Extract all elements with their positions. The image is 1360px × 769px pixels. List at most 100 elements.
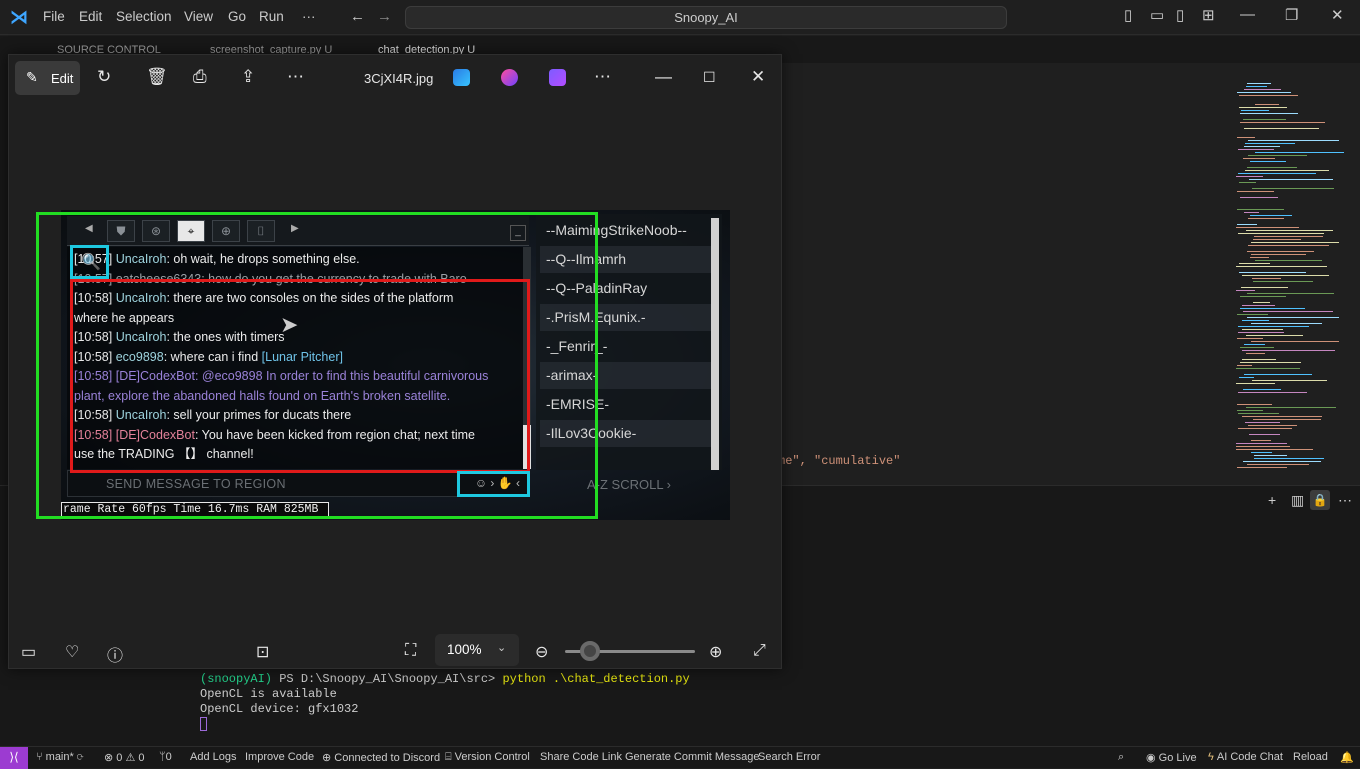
terminal-cursor [200, 717, 207, 731]
more-options-icon[interactable]: ⋯ [287, 68, 304, 86]
status-version-control[interactable]: ⌸ Version Control [445, 751, 530, 764]
status-reload[interactable]: Reload [1293, 751, 1328, 763]
back-arrow-icon[interactable]: ← [350, 8, 365, 25]
zoom-value: 100% [447, 642, 482, 657]
minimap-line [1237, 410, 1263, 411]
toggle-secondary-sidebar-icon[interactable]: ▯ [1176, 6, 1184, 24]
minimap-line [1247, 317, 1339, 318]
ports-count: 0 [165, 751, 172, 763]
zoom-slider-thumb[interactable] [579, 641, 600, 661]
print-icon[interactable]: ⎙ [193, 68, 207, 86]
command-center-search[interactable]: Snoopy_AI [405, 6, 1007, 29]
status-ai-chat[interactable]: ϟ AI Code Chat [1208, 751, 1283, 763]
close-icon[interactable]: ✕ [1331, 6, 1344, 24]
app-more-icon[interactable]: ⋯ [594, 68, 611, 86]
minimap-line [1247, 251, 1314, 252]
player-list-scrollbar[interactable] [711, 218, 719, 470]
discord-label: Connected to Discord [334, 752, 441, 764]
minimap-line [1242, 329, 1283, 330]
status-share-code[interactable]: Share Code Link [540, 751, 622, 763]
toggle-panel-icon[interactable]: ▭ [1150, 6, 1164, 24]
title-bar: ⋊ File Edit Selection View Go Run ··· ← … [0, 0, 1360, 35]
forward-arrow-icon[interactable]: → [377, 8, 392, 25]
branch-item[interactable]: ⑂ main* ⟳ [36, 751, 83, 763]
menu-more[interactable]: ··· [302, 9, 316, 24]
minimap-line [1247, 464, 1309, 465]
minimap-line [1244, 344, 1265, 345]
edit-button[interactable]: ✎ Edit [15, 61, 80, 95]
info-icon[interactable]: ⓘ [107, 642, 123, 666]
minimap-line [1253, 281, 1313, 282]
zoom-out-icon[interactable]: ⊖ [535, 642, 548, 662]
menu-edit[interactable]: Edit [79, 9, 102, 24]
minimize-icon[interactable]: — [1240, 6, 1255, 23]
status-search-error[interactable]: Search Error [758, 751, 820, 763]
customize-layout-icon[interactable]: ⊞ [1202, 6, 1215, 24]
new-terminal-plus-icon[interactable]: + [1268, 492, 1276, 508]
zoom-select[interactable]: 100% ⌄ [435, 634, 519, 666]
copilot-app-icon[interactable] [501, 69, 518, 86]
minimap-line [1236, 227, 1299, 228]
bell-icon[interactable]: 🔔 [1340, 751, 1354, 764]
favorite-heart-icon[interactable]: ♡ [65, 642, 79, 662]
menu-file[interactable]: File [43, 9, 65, 24]
minimap-line [1237, 209, 1284, 210]
menu-view[interactable]: View [184, 9, 213, 24]
status-improve-code[interactable]: Improve Code [245, 751, 314, 763]
zoom-icon[interactable]: ⌕ [1118, 751, 1124, 764]
share-icon[interactable]: ⇪ [241, 68, 255, 86]
restore-icon[interactable]: ❐ [1285, 6, 1298, 24]
minimap-line [1242, 416, 1322, 417]
status-commit-message[interactable]: Generate Commit Message [625, 751, 760, 763]
clipchamp-app-icon[interactable] [549, 69, 566, 86]
rotate-icon[interactable]: ↻ [97, 68, 111, 86]
more-actions-icon[interactable]: ⋯ [1338, 492, 1352, 509]
toggle-sidebar-icon[interactable]: ▯ [1124, 6, 1132, 24]
minimap-line [1240, 296, 1286, 297]
menu-go[interactable]: Go [228, 9, 246, 24]
minimap-line [1246, 335, 1303, 336]
menu-run[interactable]: Run [259, 9, 284, 24]
minimap-line [1242, 359, 1276, 360]
designer-app-icon[interactable] [453, 69, 470, 86]
lock-icon[interactable]: 🔒 [1310, 490, 1330, 510]
minimap-line [1240, 122, 1325, 123]
go-live-icon: ◉ [1146, 752, 1159, 764]
minimap-line [1253, 239, 1301, 240]
code-line: me", "cumulative" [778, 454, 901, 468]
maximize-icon[interactable]: ☐ [703, 68, 716, 86]
ports-icon: ᛘ [159, 751, 166, 763]
minimap-line [1249, 434, 1280, 435]
split-terminal-icon[interactable]: ▥ [1291, 492, 1304, 509]
status-go-live[interactable]: ◉ Go Live [1146, 751, 1197, 764]
filmstrip-icon[interactable]: ▭ [21, 642, 36, 662]
menu-selection[interactable]: Selection [116, 9, 172, 24]
minimap-line [1254, 236, 1323, 237]
zoom-in-icon[interactable]: ⊕ [709, 642, 722, 662]
minimap-line [1241, 110, 1269, 111]
minimap-line [1255, 104, 1279, 105]
close-icon[interactable]: ✕ [751, 68, 765, 86]
visual-search-icon[interactable]: ⊡ [256, 642, 269, 662]
detection-box-search: 🔍 [70, 245, 109, 279]
status-discord[interactable]: ⊕ Connected to Discord [322, 751, 440, 764]
minimap-line [1243, 311, 1333, 312]
status-add-logs[interactable]: Add Logs [190, 751, 236, 763]
minimap-line [1251, 323, 1322, 324]
minimize-icon[interactable]: — [655, 68, 672, 86]
minimap-line [1248, 140, 1339, 141]
minimap-line [1250, 215, 1292, 216]
minimap-line [1239, 95, 1298, 96]
ports-item[interactable]: ᛘ0 [159, 751, 172, 763]
minimap[interactable] [1230, 63, 1360, 483]
delete-trash-icon[interactable]: 🗑 [146, 68, 168, 86]
fullscreen-icon[interactable]: ⤢ [753, 642, 766, 660]
minimap-line [1237, 137, 1255, 138]
minimap-line [1248, 245, 1329, 246]
minimap-line [1243, 461, 1321, 462]
problems-item[interactable]: ⊗ 0 ⚠ 0 [104, 751, 145, 764]
fit-to-window-icon[interactable]: ⛶ [405, 642, 416, 660]
terminal-output[interactable]: (snoopyAI) PS D:\Snoopy_AI\Snoopy_AI\src… [200, 672, 690, 732]
minimap-line [1252, 188, 1334, 189]
remote-window-icon[interactable]: ⟩⟨ [0, 747, 28, 769]
